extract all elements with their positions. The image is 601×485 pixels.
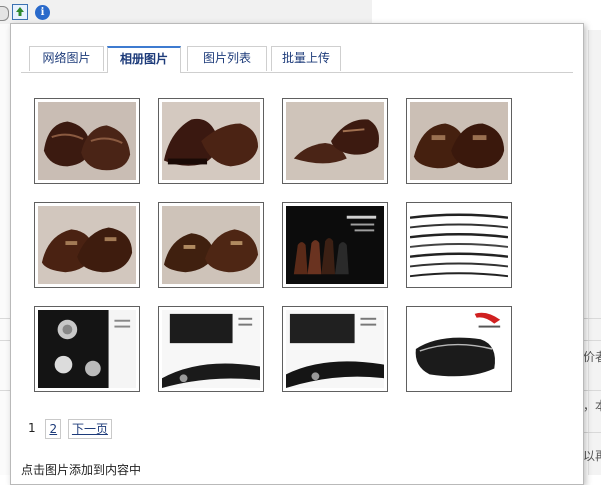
divider (0, 318, 10, 319)
thumbnail-brown-loafer-side[interactable] (158, 98, 264, 184)
divider (583, 390, 601, 391)
background-text: 价者 (583, 350, 601, 364)
thumbnail-black-clutch-bag[interactable] (406, 306, 512, 392)
thumbnail-brown-double-monk-side[interactable] (158, 202, 264, 288)
tab-web-image[interactable]: 网络图片 (29, 46, 104, 71)
thumbnail-brown-monk-shoes-pair[interactable] (34, 98, 140, 184)
image-picker-dialog: 网络图片 相册图片 图片列表 批量上传 1 2 下一页 点击图片添加到内容中 (10, 23, 584, 485)
thumbnail-vrc-logo-zipper-dark[interactable] (282, 306, 388, 392)
tab-batch-upload[interactable]: 批量上传 (271, 46, 341, 71)
divider (0, 340, 10, 341)
thumbnail-brown-double-monk-pair[interactable] (34, 202, 140, 288)
pagination: 1 2 下一页 (25, 419, 115, 439)
editor-toolbar: i (0, 0, 372, 25)
divider (0, 390, 10, 391)
current-page: 1 (28, 421, 36, 435)
info-icon[interactable]: i (35, 5, 50, 20)
toolbar-edge-icon (0, 6, 9, 21)
background-page-area (372, 0, 601, 24)
page-link-2[interactable]: 2 (45, 419, 62, 439)
thumbnail-shoe-lineup-dark-ad[interactable] (282, 202, 388, 288)
thumbnail-brown-monk-shoes-front[interactable] (406, 98, 512, 184)
divider (583, 340, 601, 341)
tab-album-image[interactable]: 相册图片 (107, 46, 181, 73)
image-upload-icon[interactable] (12, 4, 28, 20)
thumbnail-vrc-logo-zipper-detail[interactable] (158, 306, 264, 392)
background-text: ，本 (583, 399, 601, 413)
thumbnail-brown-monk-shoe-angle[interactable] (282, 98, 388, 184)
thumbnail-metal-buttons-closeup[interactable] (34, 306, 140, 392)
divider (583, 318, 601, 319)
tab-bar: 网络图片 相册图片 图片列表 批量上传 (21, 46, 573, 73)
instruction-text: 点击图片添加到内容中 (21, 463, 142, 477)
next-page-link[interactable]: 下一页 (67, 419, 112, 439)
background-text: 以再 (583, 449, 601, 463)
tab-image-list[interactable]: 图片列表 (187, 46, 267, 71)
thumbnail-wavy-lines-graphic[interactable] (406, 202, 512, 288)
divider (583, 432, 601, 433)
